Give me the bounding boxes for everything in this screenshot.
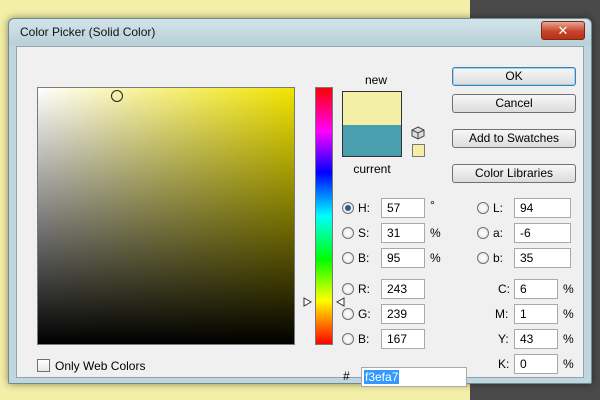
radio-lightness[interactable] [477, 202, 489, 214]
out-of-web-gamut-cube-icon[interactable] [411, 126, 425, 140]
radio-lab-b[interactable] [477, 252, 489, 264]
input-saturation[interactable]: 31 [381, 223, 425, 243]
color-picker-dialog: Color Picker (Solid Color) ✕ new current [8, 18, 592, 387]
close-button[interactable]: ✕ [541, 21, 585, 40]
only-web-colors-checkbox[interactable] [37, 359, 50, 372]
close-icon: ✕ [557, 23, 569, 38]
unit-hue: ° [430, 198, 435, 212]
input-lab-b[interactable]: 35 [514, 248, 571, 268]
dialog-title: Color Picker (Solid Color) [20, 25, 156, 39]
title-bar[interactable]: Color Picker (Solid Color) ✕ [9, 19, 591, 45]
cancel-button[interactable]: Cancel [452, 94, 576, 113]
unit-black: % [563, 357, 574, 371]
slider-arrow-right-icon[interactable] [303, 297, 313, 307]
label-lab-b: b: [493, 251, 504, 265]
radio-red[interactable] [342, 283, 354, 295]
input-cyan[interactable]: 6 [514, 279, 558, 299]
radio-blue[interactable] [342, 333, 354, 345]
color-field-marker[interactable] [111, 90, 123, 102]
unit-saturation: % [430, 226, 441, 240]
radio-brightness[interactable] [342, 252, 354, 264]
input-hue[interactable]: 57 [381, 198, 425, 218]
input-blue[interactable]: 167 [381, 329, 425, 349]
unit-magenta: % [563, 307, 574, 321]
input-yellow[interactable]: 43 [514, 329, 558, 349]
new-color-swatch [343, 92, 401, 125]
slider-arrow-left-icon[interactable] [335, 297, 345, 307]
input-lab-a[interactable]: -6 [514, 223, 571, 243]
input-brightness[interactable]: 95 [381, 248, 425, 268]
input-red[interactable]: 243 [381, 279, 425, 299]
input-green[interactable]: 239 [381, 304, 425, 324]
add-to-swatches-button[interactable]: Add to Swatches [452, 129, 576, 148]
input-lightness[interactable]: 94 [514, 198, 571, 218]
label-magenta: M: [495, 307, 509, 321]
label-green: G: [358, 307, 371, 321]
label-lightness: L: [493, 201, 504, 215]
unit-cyan: % [563, 282, 574, 296]
label-yellow: Y: [498, 332, 509, 346]
input-magenta[interactable]: 1 [514, 304, 558, 324]
color-libraries-button[interactable]: Color Libraries [452, 164, 576, 183]
radio-saturation[interactable] [342, 227, 354, 239]
radio-hue[interactable] [342, 202, 354, 214]
only-web-colors-label[interactable]: Only Web Colors [55, 359, 145, 373]
dialog-client: new current OK Cancel Add to Swatches Co… [16, 46, 584, 387]
label-hex: # [343, 369, 350, 383]
input-black[interactable]: 0 [514, 354, 558, 374]
new-label: new [364, 73, 387, 87]
color-field[interactable] [37, 87, 295, 345]
current-color-swatch[interactable] [343, 125, 401, 156]
label-black: K: [498, 357, 510, 371]
radio-lab-a[interactable] [477, 227, 489, 239]
label-brightness: B: [358, 251, 370, 265]
label-cyan: C: [498, 282, 510, 296]
label-red: R: [358, 282, 370, 296]
hex-value: f3efa7 [364, 370, 400, 384]
unit-yellow: % [563, 332, 574, 346]
label-lab-a: a: [493, 226, 504, 240]
web-safe-swatch[interactable] [412, 144, 425, 157]
label-saturation: S: [358, 226, 370, 240]
color-preview [342, 91, 402, 157]
radio-green[interactable] [342, 308, 354, 320]
hex-input[interactable]: f3efa7 [361, 367, 467, 387]
ok-button[interactable]: OK [452, 67, 576, 86]
unit-brightness: % [430, 251, 441, 265]
label-blue: B: [358, 332, 370, 346]
label-hue: H: [358, 201, 370, 215]
current-label: current [353, 162, 391, 176]
hue-slider[interactable] [315, 87, 333, 345]
